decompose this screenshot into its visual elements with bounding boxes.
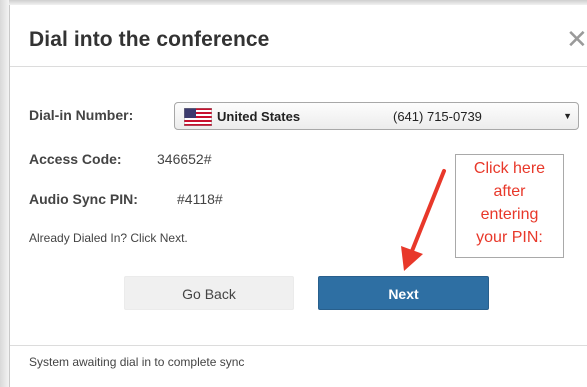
- annotation-line: after: [493, 183, 526, 200]
- dial-in-dialog: Dial into the conference ✕ Dial-in Numbe…: [9, 5, 587, 387]
- screenshot-stage: Dial into the conference ✕ Dial-in Numbe…: [0, 0, 587, 387]
- us-flag-icon: [184, 108, 212, 126]
- chevron-down-icon: ▼: [563, 111, 572, 121]
- annotation-line: your PIN:: [476, 229, 543, 246]
- access-code-label: Access Code:: [29, 151, 122, 167]
- annotation-callout: Click here after entering your PIN:: [455, 154, 564, 258]
- audio-sync-pin-value: #4118#: [177, 191, 223, 207]
- already-dialed-hint: Already Dialed In? Click Next.: [29, 231, 188, 245]
- dial-in-number-select[interactable]: United States (641) 715-0739 ▼: [174, 102, 579, 130]
- annotation-line: Click here: [473, 160, 546, 177]
- dial-in-number-label: Dial-in Number:: [29, 107, 134, 123]
- dialog-title: Dial into the conference: [29, 28, 270, 51]
- footer-divider: [10, 345, 587, 346]
- selected-dial-in-number: (641) 715-0739: [393, 109, 482, 124]
- header-divider: [10, 66, 587, 67]
- selected-country: United States: [217, 109, 301, 124]
- close-icon[interactable]: ✕: [566, 26, 587, 52]
- sync-status-text: System awaiting dial in to complete sync: [29, 355, 245, 369]
- annotation-line: entering: [480, 206, 539, 223]
- go-back-button[interactable]: Go Back: [124, 276, 294, 310]
- audio-sync-pin-label: Audio Sync PIN:: [29, 191, 138, 207]
- background-edge-left: [0, 0, 9, 387]
- access-code-value: 346652#: [157, 151, 212, 167]
- next-button[interactable]: Next: [318, 276, 489, 310]
